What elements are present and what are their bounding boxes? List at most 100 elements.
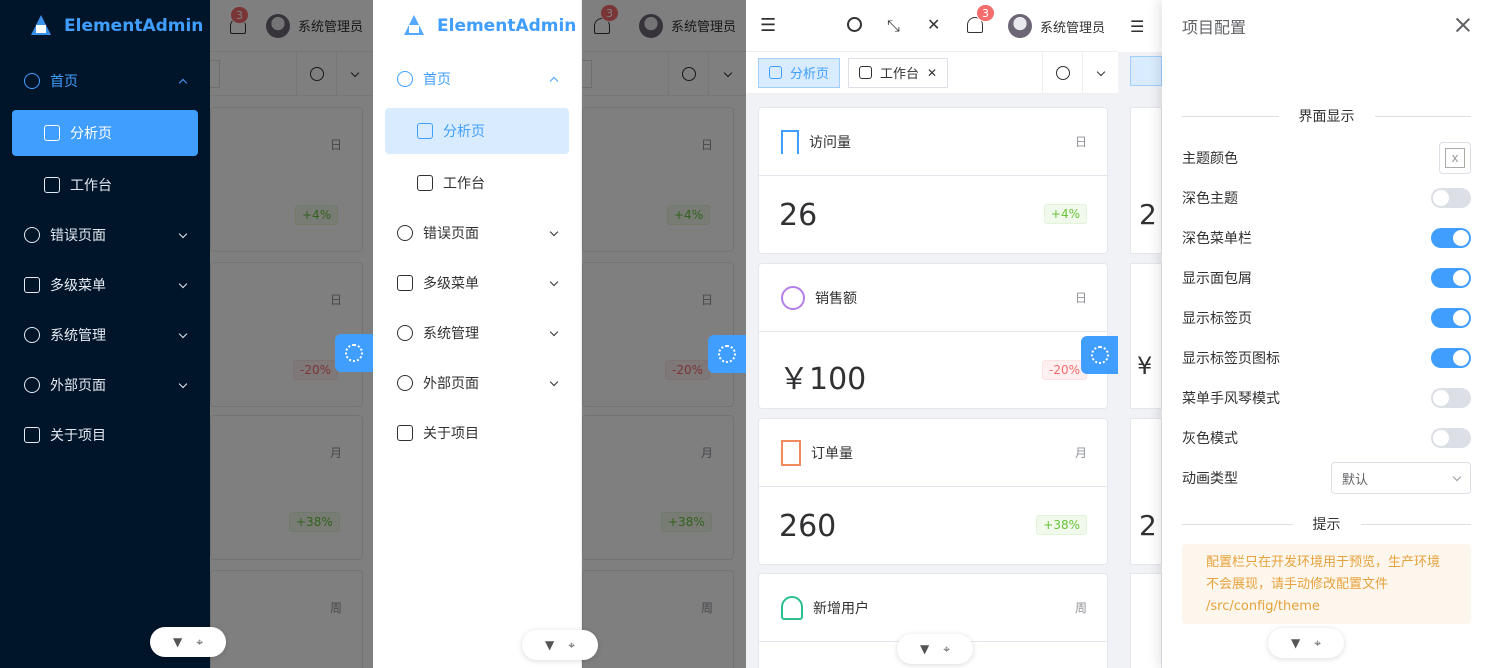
card-change-tag: +4% [667, 205, 711, 225]
header: ☰ ⤡ ✕ 3 系统管理员 [746, 0, 1118, 52]
target-icon: ⌖ [196, 634, 203, 649]
sidebar-item-multi[interactable]: 多级菜单 [373, 258, 581, 308]
header: 3 系统管理员 [210, 0, 373, 52]
avatar [638, 13, 663, 38]
breadcrumb-switch[interactable] [1431, 268, 1471, 288]
sidebar-item-error[interactable]: 错误页面 [373, 208, 581, 258]
devtools-pill[interactable]: ▼ ⌖ [150, 627, 226, 657]
stat-card-orders: 订单量 月 260 +38% [758, 418, 1108, 565]
sidebar-item-external[interactable]: 外部页面 [0, 360, 210, 410]
card-period: 日 [700, 138, 713, 152]
user-menu[interactable]: 系统管理员 [1008, 14, 1105, 38]
chevron-down-icon [549, 277, 559, 286]
tabs-dropdown-button[interactable] [708, 52, 746, 96]
stat-card: 2 [1130, 418, 1162, 565]
sidebar-item-analysis[interactable]: 分析页 [385, 108, 569, 154]
avatar [265, 13, 290, 38]
sidebar-item-multi[interactable]: 多级菜单 [0, 260, 210, 310]
card-period: 月 [329, 446, 342, 460]
setting-theme-color: 主题颜色 x [1162, 138, 1491, 178]
card-period: 周 [700, 601, 713, 615]
brand-logo[interactable]: ElementAdmin [0, 0, 210, 52]
refresh-button[interactable] [1042, 52, 1082, 94]
sidebar-item-about[interactable]: 关于项目 [373, 408, 581, 458]
card-period: 月 [1074, 446, 1087, 460]
sidebar-item-home[interactable]: 首页 [373, 54, 581, 104]
dashboard-icon [397, 71, 413, 87]
vue-icon: ▼ [173, 635, 183, 649]
dark-theme-switch[interactable] [1431, 188, 1471, 208]
settings-toggle-button[interactable] [1081, 336, 1118, 374]
notification-badge: 3 [976, 4, 995, 22]
refresh-button[interactable] [296, 52, 336, 96]
sidebar-item-label: 关于项目 [423, 426, 479, 442]
dark-menu-switch[interactable] [1431, 228, 1471, 248]
devtools-pill[interactable]: ▼ ⌖ [522, 630, 598, 660]
brand-logo[interactable]: ElementAdmin [373, 0, 581, 52]
divider-label: 提示 [1292, 517, 1361, 533]
user-name: 系统管理员 [670, 20, 736, 35]
sidebar-item-workbench[interactable]: 工作台 [0, 160, 210, 210]
tab-analysis[interactable]: 分析页 [758, 57, 841, 88]
sidebar-item-analysis[interactable]: 分析页 [12, 110, 198, 156]
settings-toggle-button[interactable] [708, 335, 746, 373]
i18n-icon[interactable]: ✕ [927, 15, 940, 34]
color-picker[interactable]: x [1439, 142, 1471, 174]
gear-icon [24, 327, 40, 343]
sidebar-item-label: 错误页面 [423, 226, 479, 242]
sidebar-item-home[interactable]: 首页 [0, 56, 210, 106]
chevron-down-icon [178, 379, 188, 388]
card-title: 访问量 [809, 134, 851, 151]
sidebar-item-external[interactable]: 外部页面 [373, 358, 581, 408]
gray-mode-switch[interactable] [1431, 428, 1471, 448]
card-title: 订单量 [811, 445, 853, 462]
menu-fold-icon: ☰ [1118, 0, 1162, 52]
close-icon[interactable] [1455, 17, 1471, 33]
tab-edge [582, 60, 592, 88]
card-title: 销售额 [815, 290, 857, 307]
user-icon [781, 595, 803, 620]
setting-dark-theme: 深色主题 [1162, 178, 1491, 218]
tabs-switch[interactable] [1431, 308, 1471, 328]
main-content: 3 系统管理员 日 +4% 日 -20% 月 +38% 周 [582, 0, 746, 668]
tabs-bar [582, 52, 746, 96]
setting-label: 显示面包屑 [1182, 271, 1252, 287]
user-menu[interactable]: 系统管理员 [638, 13, 736, 38]
chevron-down-icon [549, 377, 559, 386]
tab-workbench[interactable]: 工作台 ✕ [848, 57, 949, 88]
sidebar-item-system[interactable]: 系统管理 [373, 308, 581, 358]
devtools-pill[interactable]: ▼ ⌖ [897, 634, 973, 664]
warning-icon [397, 225, 413, 241]
menu-fold-icon[interactable]: ☰ [760, 15, 776, 36]
sidebar-item-label: 分析页 [70, 126, 112, 142]
sidebar-item-about[interactable]: 关于项目 [0, 410, 210, 460]
stat-card: 日 +4% [210, 107, 363, 252]
user-menu[interactable]: 系统管理员 [265, 13, 363, 38]
preview-settings-drawer: ☰ 2 ¥ 2 项目配置 界面显示 主题颜色 x 深色主题 深色菜单栏 显示面包… [1118, 0, 1491, 668]
monitor-icon [859, 66, 873, 79]
vue-icon: ▼ [545, 638, 555, 652]
chevron-up-icon [178, 78, 188, 87]
search-icon[interactable] [847, 17, 862, 32]
close-icon[interactable]: ✕ [927, 66, 937, 80]
monitor-icon [44, 177, 60, 193]
accordion-switch[interactable] [1431, 388, 1471, 408]
tabs-dropdown-button[interactable] [1082, 52, 1118, 94]
tabs-dropdown-button[interactable] [336, 52, 373, 96]
card-period: 日 [1074, 291, 1087, 305]
paperclip-icon [397, 375, 413, 391]
settings-toggle-button[interactable] [335, 334, 373, 372]
setting-label: 主题颜色 [1182, 151, 1238, 167]
devtools-pill[interactable]: ▼ ⌖ [1268, 628, 1344, 658]
tip-alert: 配置栏只在开发环境用于预览，生产环境 不会展现，请手动修改配置文件 /src/c… [1182, 544, 1471, 624]
tab-icon-switch[interactable] [1431, 348, 1471, 368]
card-period: 日 [1074, 135, 1087, 149]
fullscreen-exit-icon[interactable]: ⤡ [887, 16, 900, 36]
refresh-button[interactable] [668, 52, 708, 96]
sidebar-item-workbench[interactable]: 工作台 [373, 158, 581, 208]
sidebar-item-system[interactable]: 系统管理 [0, 310, 210, 360]
gear-icon [1091, 346, 1109, 364]
sidebar-item-error[interactable]: 错误页面 [0, 210, 210, 260]
card-title: 新增用户 [813, 600, 869, 617]
animation-select[interactable]: 默认 [1331, 462, 1471, 494]
